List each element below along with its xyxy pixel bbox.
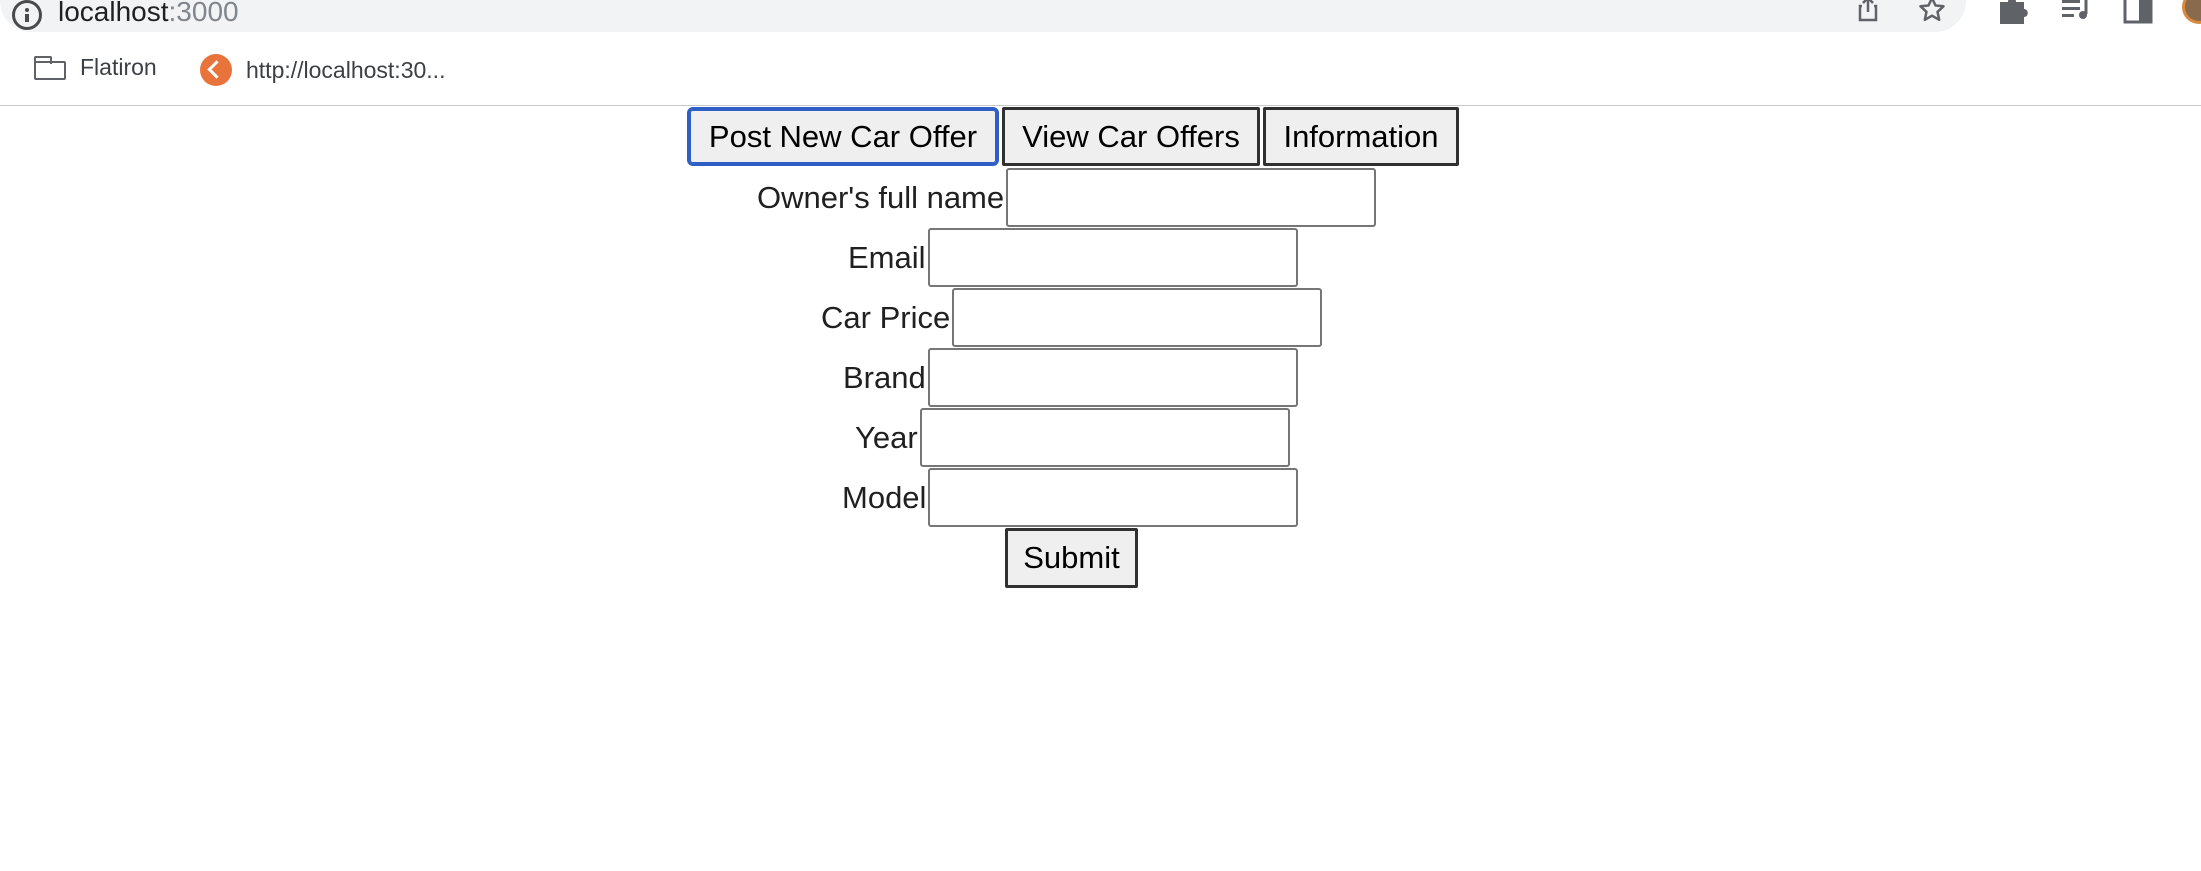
nav-buttons: Post New Car Offer View Car Offers Infor… — [687, 107, 1459, 166]
submit-button[interactable]: Submit — [1005, 528, 1138, 588]
email-row: Email — [848, 228, 1298, 287]
side-panel-icon[interactable] — [2122, 0, 2156, 24]
url-port: :3000 — [168, 0, 239, 27]
favicon-icon — [200, 54, 232, 86]
extensions-icon[interactable] — [1996, 0, 2030, 24]
owner-name-input[interactable] — [1006, 168, 1377, 227]
bookmark-label: Flatiron — [80, 54, 157, 80]
star-icon[interactable] — [1918, 0, 1946, 22]
model-label: Model — [842, 479, 927, 515]
owner-label: Owner's full name — [757, 179, 1005, 215]
owner-row: Owner's full name — [757, 168, 1377, 227]
info-icon[interactable] — [12, 0, 42, 30]
email-label: Email — [848, 239, 926, 275]
model-input[interactable] — [928, 468, 1299, 527]
email-input[interactable] — [927, 228, 1298, 287]
bookmark-flatiron[interactable]: Flatiron — [34, 54, 157, 81]
share-icon[interactable] — [1854, 0, 1882, 22]
browser-chrome: localhost:3000 Flatiron http://localhost… — [0, 0, 2201, 106]
car-price-input[interactable] — [952, 288, 1323, 347]
view-car-offers-button[interactable]: View Car Offers — [1002, 107, 1260, 166]
price-row: Car Price — [821, 288, 1323, 347]
url-text[interactable]: localhost:3000 — [58, 0, 239, 27]
post-new-car-offer-button[interactable]: Post New Car Offer — [687, 107, 999, 166]
information-button[interactable]: Information — [1263, 107, 1459, 166]
media-control-icon[interactable] — [2060, 0, 2094, 24]
profile-avatar[interactable] — [2182, 0, 2201, 24]
brand-row: Brand — [843, 348, 1298, 407]
bookmark-label: http://localhost:30... — [246, 56, 446, 83]
price-label: Car Price — [821, 299, 951, 335]
bookmark-localhost[interactable]: http://localhost:30... — [200, 54, 445, 86]
year-input[interactable] — [919, 408, 1290, 467]
brand-input[interactable] — [927, 348, 1298, 407]
year-label: Year — [855, 419, 918, 455]
model-row: Model — [842, 468, 1299, 527]
bookmarks-bar: Flatiron http://localhost:30... — [0, 44, 2201, 104]
brand-label: Brand — [843, 359, 926, 395]
address-bar[interactable]: localhost:3000 — [0, 0, 1966, 32]
year-row: Year — [855, 408, 1290, 467]
folder-icon — [34, 55, 66, 80]
url-host: localhost — [58, 0, 169, 27]
page-content: Post New Car Offer View Car Offers Infor… — [0, 106, 2201, 871]
